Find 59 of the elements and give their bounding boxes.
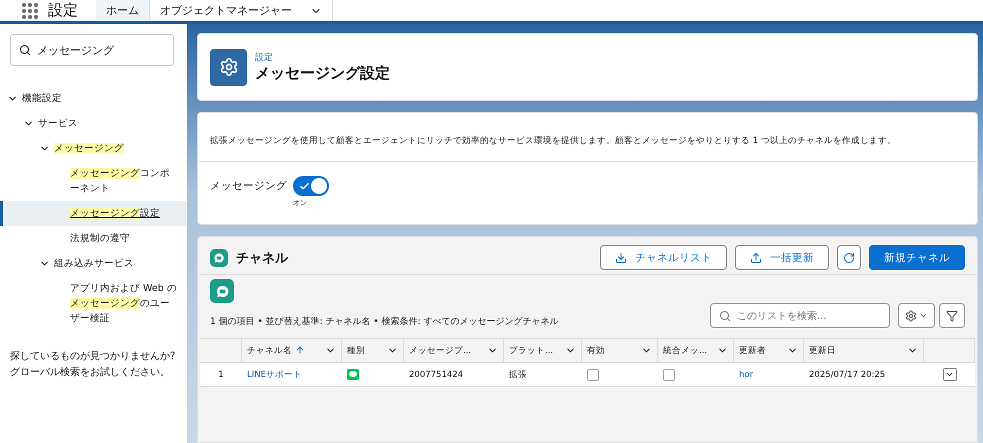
tree-item[interactable]: 機能設定 <box>0 86 187 111</box>
tree-item[interactable]: メッセージング コンポーネント <box>0 161 187 201</box>
tree-item[interactable]: メッセージング設定 <box>0 201 187 226</box>
checkbox[interactable] <box>587 368 599 380</box>
column-header[interactable]: 更新日 <box>804 338 924 363</box>
toggle-label: メッセージング <box>210 179 287 193</box>
chat-bubble-icon <box>347 369 359 380</box>
caret-icon <box>919 311 928 320</box>
column-header[interactable]: プラット... <box>504 338 582 363</box>
chat-icon <box>210 248 228 266</box>
table-cell: 拡張 <box>504 363 582 387</box>
list-search-field[interactable]: このリストを検索... <box>710 303 890 328</box>
caret-icon <box>945 370 954 379</box>
user-link[interactable]: hor <box>734 363 804 387</box>
channel-link[interactable]: LINEサポート <box>242 363 342 387</box>
column-header[interactable]: 種別 <box>342 338 404 363</box>
tree-item[interactable]: 組み込みサービス <box>0 251 187 276</box>
help-text: 探しているものが見つかりませんか? グローバル検索をお試しください。 <box>9 350 176 380</box>
column-header[interactable]: チャネル名 <box>242 338 342 363</box>
check-icon <box>299 180 310 192</box>
app-title: 設定 <box>48 1 78 20</box>
breadcrumb-link[interactable]: 設定 <box>255 51 390 64</box>
page-title: メッセージング設定 <box>255 64 390 83</box>
filter-icon <box>946 310 958 322</box>
action-button[interactable]: 一括更新 <box>735 245 829 270</box>
table-cell: 2025/07/17 20:25 <box>804 363 924 387</box>
sort-arrow-icon <box>295 344 305 354</box>
row-menu-button[interactable] <box>942 368 956 381</box>
action-button[interactable]: 新規チャネル <box>869 245 965 270</box>
search-icon <box>719 310 731 322</box>
search-field[interactable]: メッセージング <box>10 34 174 66</box>
filter-button[interactable] <box>939 303 965 328</box>
search-icon <box>19 44 31 56</box>
tree-item[interactable]: メッセージング <box>0 136 187 161</box>
upload-icon <box>750 252 762 264</box>
settings-icon <box>905 310 917 322</box>
table-cell: 2007751424 <box>404 363 504 387</box>
refresh-icon <box>843 252 855 264</box>
column-header[interactable]: 有効 <box>582 338 658 363</box>
tree-item[interactable]: サービス <box>0 111 187 136</box>
column-header[interactable]: 更新者 <box>734 338 804 363</box>
tree-item[interactable]: 法規制の遵守 <box>0 226 187 251</box>
tree-item[interactable]: アプリ内および Web の メッセージングのユーザー検証 <box>0 276 187 331</box>
column-header[interactable]: 統合メッ... <box>658 338 734 363</box>
checkbox[interactable] <box>663 368 675 380</box>
list-summary: 1 個の項目 • 並び替え基準: チャネル名 • 検索条件: すべてのメッセージングチャネル <box>210 316 560 328</box>
toggle-switch[interactable] <box>293 176 329 196</box>
settings-button[interactable] <box>898 303 935 328</box>
action-button[interactable]: チャネルリスト <box>600 245 727 270</box>
refresh-button[interactable] <box>837 245 861 270</box>
row-number: 1 <box>200 363 242 387</box>
chat-icon <box>210 279 234 303</box>
settings-icon <box>210 48 247 86</box>
description-text: 拡張メッセージングを使用して顧客とエージェントにリッチで効率的なサービス環境を提供します。顧客とメッセージをやりとりする 1 つ以上のチャネルを作成します。 <box>198 113 977 162</box>
column-header[interactable]: メッセージプ... <box>404 338 504 363</box>
nav-tab[interactable]: ホーム <box>96 0 150 21</box>
download-icon <box>615 252 627 264</box>
app-launcher-icon[interactable] <box>22 2 38 18</box>
section-title: チャネル <box>236 250 290 266</box>
